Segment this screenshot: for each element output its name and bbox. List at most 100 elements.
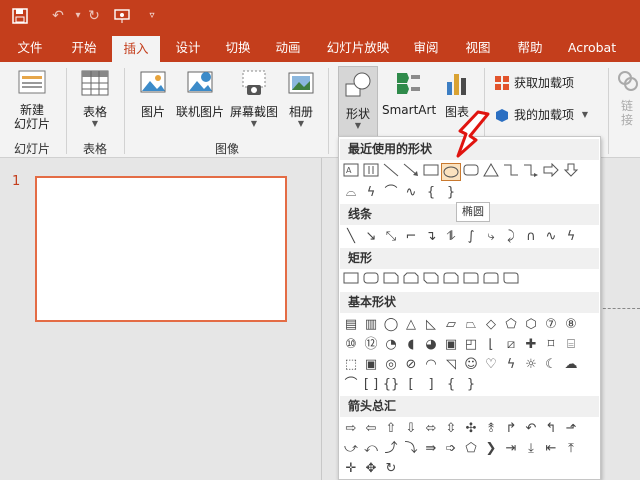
- elbow-arrow-connector-icon[interactable]: [521, 163, 541, 183]
- elbow-double-arrow-icon[interactable]: ⥮: [441, 227, 461, 247]
- curved-double-arrow-icon[interactable]: ⤸: [501, 227, 521, 247]
- tab-insert[interactable]: 插入: [112, 36, 160, 62]
- decagon-icon[interactable]: ⑩: [341, 335, 361, 355]
- left-brace-icon[interactable]: {: [421, 183, 441, 203]
- down-arrow-icon[interactable]: [561, 163, 581, 183]
- curve-icon[interactable]: ∿: [401, 183, 421, 203]
- donut-icon[interactable]: ◎: [381, 355, 401, 375]
- left-arrow-callout-icon[interactable]: ⇤: [541, 439, 561, 459]
- tab-home[interactable]: 开始: [62, 34, 106, 62]
- quad-arrow-callout-icon[interactable]: ✛: [341, 459, 361, 479]
- round-single-corner-rectangle-icon[interactable]: [461, 271, 481, 291]
- pentagon-arrow-icon[interactable]: ⬠: [461, 439, 481, 459]
- round-same-side-rectangle-icon[interactable]: [481, 271, 501, 291]
- left-right-arrow-icon[interactable]: ⬄: [421, 419, 441, 439]
- hexagon-icon[interactable]: ⬡: [521, 315, 541, 335]
- elbow-connector-icon[interactable]: ⌐: [401, 227, 421, 247]
- rounded-rectangle-icon[interactable]: [361, 271, 381, 291]
- redo-icon[interactable]: ↻: [84, 6, 104, 26]
- chevron-icon[interactable]: ❯: [481, 439, 501, 459]
- triangle-icon[interactable]: △: [401, 315, 421, 335]
- tab-view[interactable]: 视图: [456, 34, 500, 62]
- folded-corner-icon[interactable]: ◹: [441, 355, 461, 375]
- right-bracket-icon[interactable]: ]: [421, 375, 441, 395]
- up-arrow-callout-icon[interactable]: ⤒: [561, 439, 581, 459]
- circular-arrow-icon[interactable]: ↻: [381, 459, 401, 479]
- down-arrow-callout-icon[interactable]: ⤓: [521, 439, 541, 459]
- left-brace-icon[interactable]: {: [441, 375, 461, 395]
- rectangle-icon[interactable]: [421, 163, 441, 183]
- left-bracket-icon[interactable]: [: [401, 375, 421, 395]
- right-triangle-icon[interactable]: ◺: [421, 315, 441, 335]
- snip-corner-rectangle-icon[interactable]: [381, 271, 401, 291]
- snip-round-rectangle-icon[interactable]: [441, 271, 461, 291]
- scribble-icon[interactable]: ϟ: [561, 227, 581, 247]
- arc-icon[interactable]: ⌒: [381, 183, 401, 203]
- parallelogram-icon[interactable]: ▱: [441, 315, 461, 335]
- bent-arrow-icon[interactable]: ↱: [501, 419, 521, 439]
- shapes-button[interactable]: 形状 ▼: [338, 66, 378, 138]
- oval-icon[interactable]: ◯: [381, 315, 401, 335]
- tab-review[interactable]: 审阅: [404, 34, 448, 62]
- triangle-icon[interactable]: [481, 163, 501, 183]
- chord-icon[interactable]: ◖: [401, 335, 421, 355]
- curved-down-arrow-icon[interactable]: ⤵: [401, 439, 421, 459]
- online-picture-button[interactable]: 联机图片: [174, 68, 226, 128]
- vertical-textbox-icon[interactable]: [361, 163, 381, 183]
- curved-left-arrow-icon[interactable]: ⤺: [361, 439, 381, 459]
- sun-icon[interactable]: ☼: [521, 355, 541, 375]
- trapezoid-icon[interactable]: ⏢: [461, 315, 481, 335]
- smiley-face-icon[interactable]: ☺: [461, 355, 481, 375]
- up-down-arrow-icon[interactable]: ⇳: [441, 419, 461, 439]
- right-brace-icon[interactable]: }: [441, 183, 461, 203]
- frame-icon[interactable]: ▣: [441, 335, 461, 355]
- curved-up-arrow-icon[interactable]: ⤴: [381, 439, 401, 459]
- curved-arrow-connector-icon[interactable]: ⤷: [481, 227, 501, 247]
- textbox-icon[interactable]: A: [341, 163, 361, 183]
- can-icon[interactable]: ⌸: [561, 335, 581, 355]
- left-arrow-icon[interactable]: ⇦: [361, 419, 381, 439]
- diamond-icon[interactable]: ◇: [481, 315, 501, 335]
- link-button[interactable]: 链 接: [614, 68, 640, 138]
- rounded-rectangle-icon[interactable]: [461, 163, 481, 183]
- new-slide-button[interactable]: 新建 幻灯片: [6, 68, 58, 138]
- get-addins-button[interactable]: 获取加载项: [494, 74, 584, 96]
- vertical-textbox-icon[interactable]: ▥: [361, 315, 381, 335]
- tab-slideshow[interactable]: 幻灯片放映: [322, 34, 394, 62]
- lightning-bolt-icon[interactable]: ϟ: [501, 355, 521, 375]
- screenshot-button[interactable]: 屏幕截图 ▼: [228, 68, 280, 138]
- left-up-arrow-icon[interactable]: ↰: [541, 419, 561, 439]
- tab-transitions[interactable]: 切换: [216, 34, 260, 62]
- bent-up-arrow-icon[interactable]: ⬏: [561, 419, 581, 439]
- snip-same-side-rectangle-icon[interactable]: [401, 271, 421, 291]
- round-diagonal-rectangle-icon[interactable]: [501, 271, 521, 291]
- textbox-icon[interactable]: ▤: [341, 315, 361, 335]
- left-right-up-arrow-icon[interactable]: ⥉: [481, 419, 501, 439]
- arrow-line-icon[interactable]: [401, 163, 421, 183]
- freeform-icon[interactable]: ∿: [541, 227, 561, 247]
- octagon-icon[interactable]: ⑧: [561, 315, 581, 335]
- slide-thumbnail[interactable]: [35, 176, 287, 322]
- album-button[interactable]: 相册 ▼: [282, 68, 320, 138]
- my-addins-button[interactable]: 我的加载项 ▼: [494, 106, 594, 128]
- left-right-arrow-callout-icon[interactable]: ✥: [361, 459, 381, 479]
- right-arrow-callout-icon[interactable]: ⇥: [501, 439, 521, 459]
- curved-right-arrow-icon[interactable]: ⤻: [341, 439, 361, 459]
- cloud-icon[interactable]: ☁: [561, 355, 581, 375]
- double-bracket-icon[interactable]: [ ]: [361, 375, 381, 395]
- customize-qat-icon[interactable]: ▿: [142, 6, 162, 26]
- tab-help[interactable]: 帮助: [508, 34, 552, 62]
- double-brace-icon[interactable]: {}: [381, 375, 401, 395]
- rectangle-icon[interactable]: [341, 271, 361, 291]
- plaque-icon[interactable]: ⌑: [541, 335, 561, 355]
- flowchart-document-icon[interactable]: ⌓: [341, 183, 361, 203]
- elbow-connector-icon[interactable]: [501, 163, 521, 183]
- no-symbol-icon[interactable]: ⊘: [401, 355, 421, 375]
- undo-icon[interactable]: ↶: [48, 6, 68, 26]
- smartart-button[interactable]: SmartArt: [382, 68, 436, 128]
- freeform-icon[interactable]: ϟ: [361, 183, 381, 203]
- half-frame-icon[interactable]: ◰: [461, 335, 481, 355]
- curve-icon[interactable]: ∩: [521, 227, 541, 247]
- line-icon[interactable]: ╲: [341, 227, 361, 247]
- right-brace-icon[interactable]: }: [461, 375, 481, 395]
